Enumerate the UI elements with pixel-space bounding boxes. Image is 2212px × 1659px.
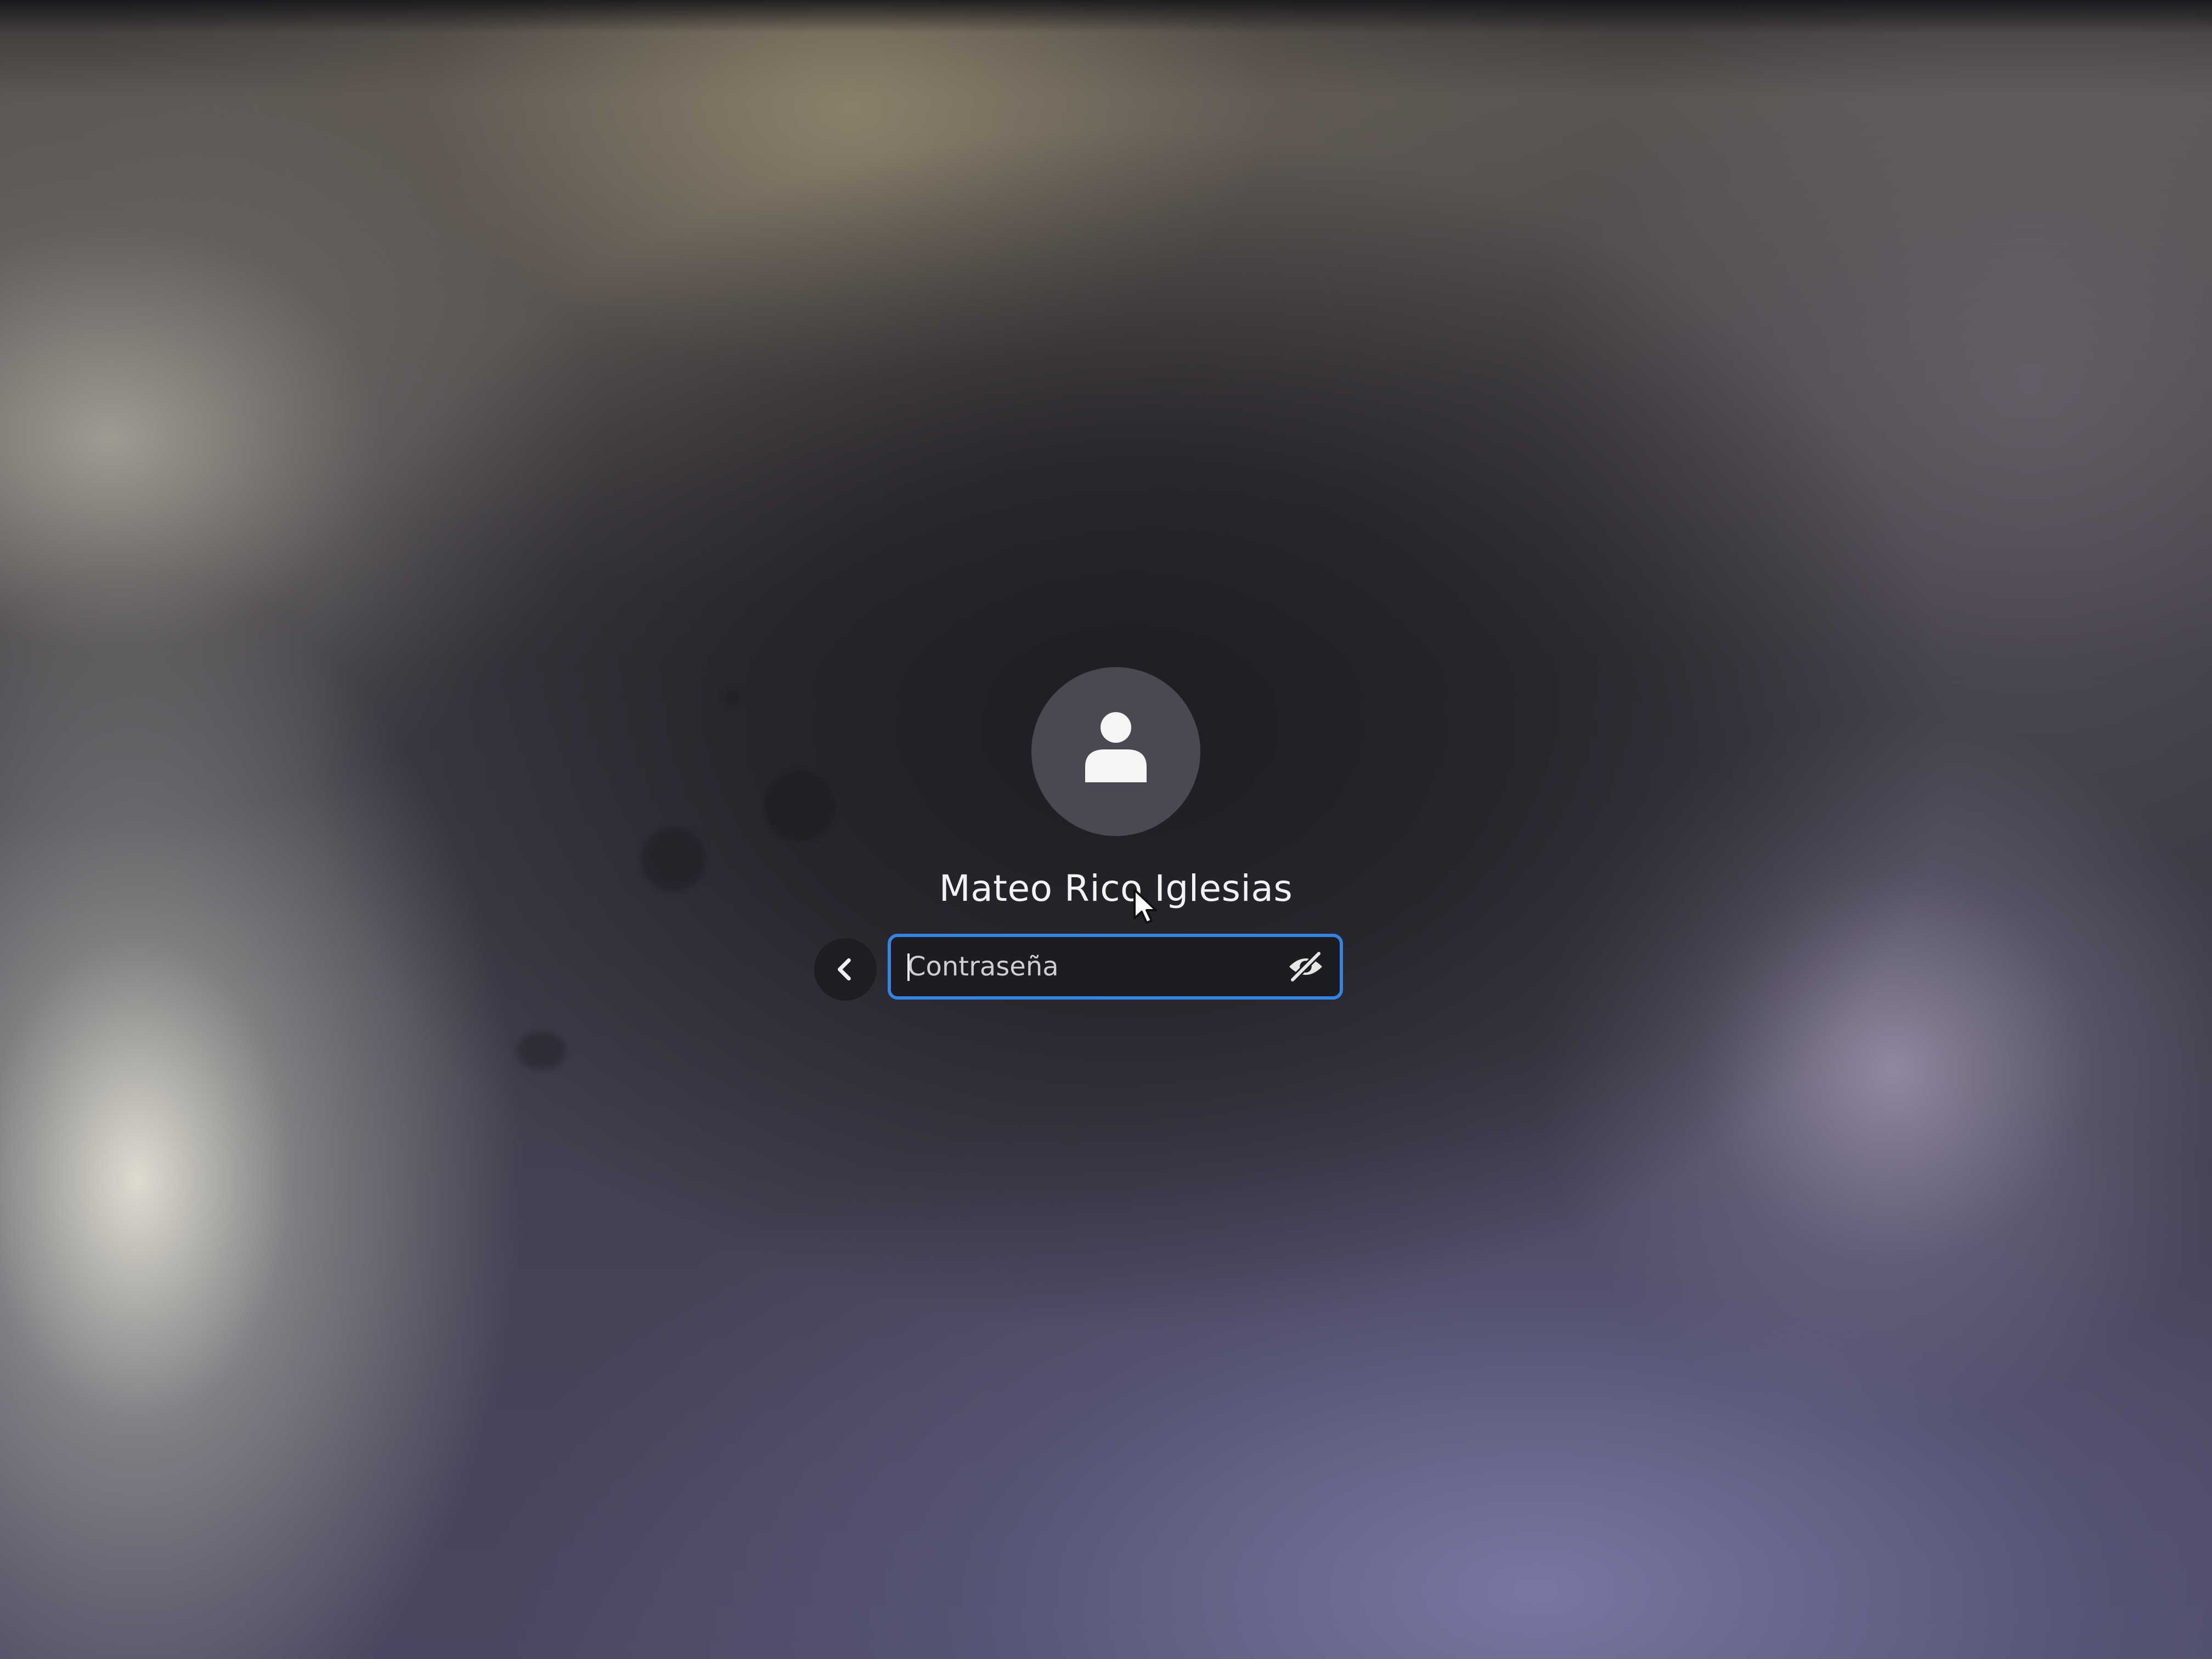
back-button[interactable] <box>814 938 877 1001</box>
reveal-password-button[interactable] <box>1286 947 1325 986</box>
mouse-pointer-icon <box>1133 889 1157 924</box>
user-avatar-icon <box>1085 712 1147 782</box>
password-field[interactable] <box>888 934 1343 1000</box>
password-input[interactable] <box>907 937 1280 996</box>
login-screen: Mateo Rico Iglesias <box>0 0 2212 1659</box>
chevron-left-icon <box>838 958 851 981</box>
eye-slash-icon <box>1289 950 1322 983</box>
login-panel: Mateo Rico Iglesias <box>0 0 2212 1659</box>
user-avatar <box>1031 667 1200 836</box>
user-name: Mateo Rico Iglesias <box>939 867 1293 910</box>
text-caret <box>907 953 910 981</box>
